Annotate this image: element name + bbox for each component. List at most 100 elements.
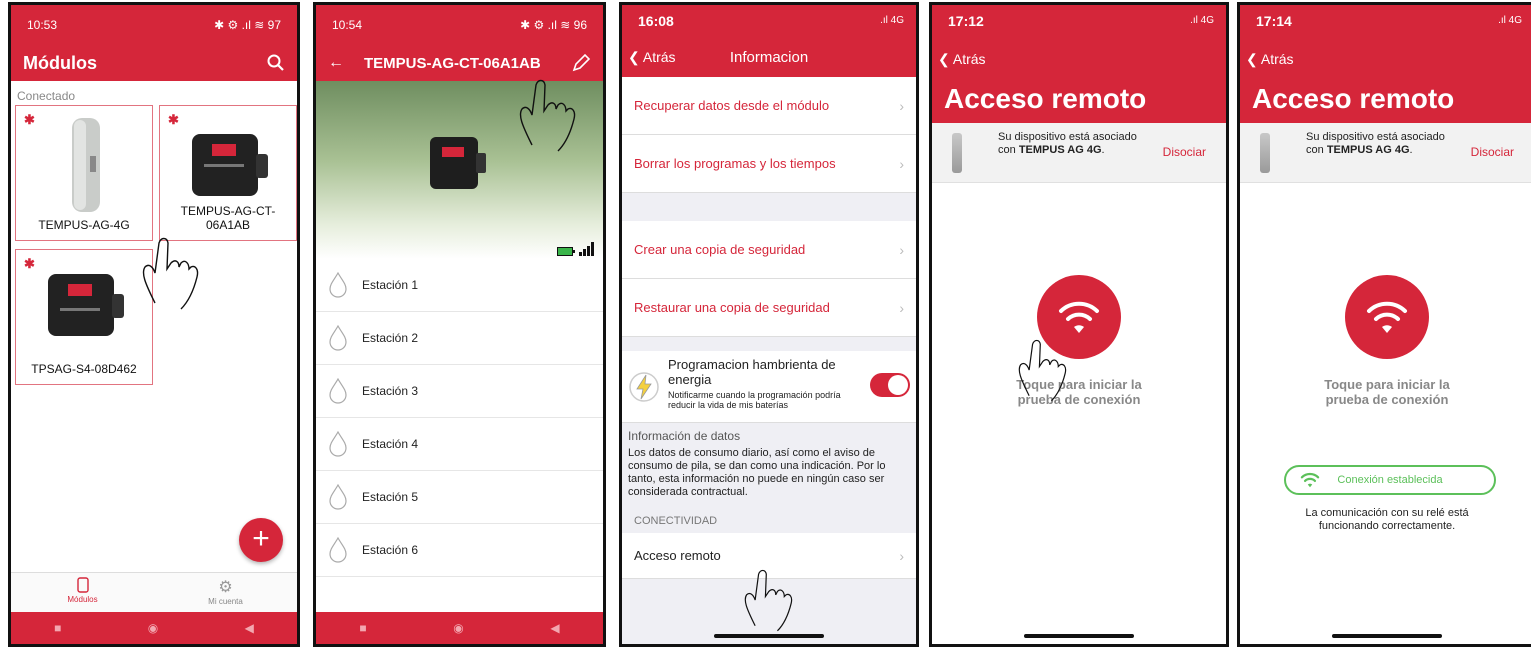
menu-row-erase-programs[interactable]: Borrar los programas y los tiempos › <box>622 135 916 193</box>
status-bar: 10:54 ✱ ⚙ .ıl ≋ 96 <box>316 5 603 45</box>
page-title: Módulos <box>23 52 97 73</box>
phone-information-screen: 16:08 .ıl 4G ❮ Atrás Informacion Recuper… <box>619 2 919 647</box>
nav-modules[interactable]: Módulos <box>11 573 154 612</box>
station-name: Estación 4 <box>362 437 419 451</box>
home-indicator <box>714 634 824 638</box>
chevron-right-icon: › <box>899 97 904 114</box>
navigation-header: 17:12 .ıl 4G ❮ Atrás Acceso remoto <box>932 5 1226 123</box>
back-button[interactable]: ❮ Atrás <box>938 51 986 68</box>
nav-modules-label: Módulos <box>67 595 98 604</box>
page-title: TEMPUS-AG-CT-06A1AB <box>364 54 541 72</box>
menu-row-create-backup[interactable]: Crear una copia de seguridad › <box>622 221 916 279</box>
water-drop-icon <box>329 431 347 457</box>
energy-hungry-setting: Programacion hambrienta de energia Notif… <box>622 351 916 423</box>
chevron-left-icon: ❮ <box>938 51 953 67</box>
bluetooth-icon: ✱ <box>168 112 179 127</box>
module-tile[interactable]: ✱ TEMPUS-AG-CT-06A1AB <box>159 105 297 241</box>
status-signal: .ıl 4G <box>1498 15 1522 26</box>
association-text: Su dispositivo está asociado con TEMPUS … <box>998 131 1137 156</box>
add-module-button[interactable]: + <box>239 518 283 562</box>
hand-pointer-icon <box>519 79 576 152</box>
status-icons: ✱ ⚙ .ıl ≋ 96 <box>520 18 587 32</box>
search-icon[interactable] <box>267 54 285 72</box>
edit-pencil-icon[interactable] <box>571 53 591 73</box>
setting-title: Programacion hambrienta de energia <box>668 357 836 387</box>
home-indicator <box>1024 634 1134 638</box>
app-bar: ← TEMPUS-AG-CT-06A1AB <box>316 45 603 81</box>
home-icon[interactable]: ◉ <box>148 621 158 635</box>
status-time: 17:14 <box>1256 13 1292 29</box>
device-name: TEMPUS AG 4G <box>1018 144 1102 156</box>
device-image <box>48 274 124 336</box>
chevron-right-icon: › <box>899 241 904 258</box>
station-row[interactable]: Estación 4 <box>316 418 603 471</box>
station-row[interactable]: Estación 2 <box>316 312 603 365</box>
dissociate-button[interactable]: Disociar <box>1163 145 1206 159</box>
page-title: Informacion <box>729 49 809 66</box>
menu-row-remote-access[interactable]: Acceso remoto › <box>622 533 916 579</box>
wifi-icon <box>1059 301 1099 333</box>
dissociate-button[interactable]: Disociar <box>1471 145 1514 159</box>
back-button[interactable]: ❮ Atrás <box>1246 51 1294 68</box>
recents-icon[interactable]: ■ <box>359 621 366 635</box>
connection-status-badge: Conexión establecida <box>1284 465 1496 495</box>
tap-instruction: Toque para iniciar la prueba de conexión <box>1016 377 1142 407</box>
device-thumbnail <box>1260 133 1270 173</box>
module-name: TPSAG-S4-08D462 <box>31 362 137 376</box>
back-label: Atrás <box>1260 51 1294 67</box>
connection-test-button[interactable] <box>1345 275 1429 359</box>
nav-account[interactable]: ⚙ Mi cuenta <box>154 573 297 612</box>
station-name: Estación 5 <box>362 490 419 504</box>
device-image <box>72 118 100 212</box>
navigation-header: 16:08 .ıl 4G ❮ Atrás Informacion <box>622 5 916 77</box>
status-time: 17:12 <box>948 13 984 29</box>
station-list: Estación 1 Estación 2 Estación 3 Estació… <box>316 259 603 577</box>
station-row[interactable]: Estación 3 <box>316 365 603 418</box>
bottom-navigation: Módulos ⚙ Mi cuenta <box>11 572 297 612</box>
phone-modules-screen: 10:53 ✱ ⚙ .ıl ≋ 97 Módulos Conectado ✱ T… <box>8 2 300 647</box>
water-drop-icon <box>329 325 347 351</box>
app-bar: Módulos <box>11 45 297 81</box>
row-label: Restaurar una copia de seguridad <box>634 300 830 315</box>
menu-row-retrieve-data[interactable]: Recuperar datos desde el módulo › <box>622 77 916 135</box>
chevron-right-icon: › <box>899 155 904 172</box>
status-time: 10:53 <box>27 18 58 32</box>
station-row[interactable]: Estación 1 <box>316 259 603 312</box>
setting-description: Notificarme cuando la programación podrí… <box>668 390 841 410</box>
energy-toggle-switch[interactable] <box>870 373 910 397</box>
section-gap <box>622 337 916 351</box>
chevron-right-icon: › <box>899 299 904 316</box>
station-row[interactable]: Estación 6 <box>316 524 603 577</box>
water-drop-icon <box>329 484 347 510</box>
page-title: Acceso remoto <box>944 83 1147 114</box>
data-info-heading: Información de datos <box>628 429 741 443</box>
wifi-icon <box>1300 472 1320 488</box>
status-icons: ✱ ⚙ .ıl ≋ 97 <box>214 18 281 32</box>
device-image <box>192 134 268 196</box>
home-icon[interactable]: ◉ <box>453 621 463 635</box>
section-header-connectivity: CONECTIVIDAD <box>634 515 718 527</box>
connection-status-text: Conexión establecida <box>1337 474 1443 486</box>
recents-icon[interactable]: ■ <box>54 621 61 635</box>
back-icon[interactable]: ◀ <box>245 621 254 635</box>
battery-icon <box>557 247 575 256</box>
nav-account-label: Mi cuenta <box>208 597 243 606</box>
connection-test-button[interactable] <box>1037 275 1121 359</box>
phone-remote-access-screen: 17:12 .ıl 4G ❮ Atrás Acceso remoto Su di… <box>929 2 1229 647</box>
back-arrow-icon[interactable]: ← <box>328 54 344 72</box>
module-tile[interactable]: ✱ TPSAG-S4-08D462 <box>15 249 153 385</box>
menu-row-restore-backup[interactable]: Restaurar una copia de seguridad › <box>622 279 916 337</box>
status-signal: .ıl 4G <box>880 15 904 26</box>
home-indicator <box>1332 634 1442 638</box>
signal-icon <box>579 242 594 256</box>
row-label: Recuperar datos desde el módulo <box>634 98 830 113</box>
status-bar: 10:53 ✱ ⚙ .ıl ≋ 97 <box>11 5 297 45</box>
module-tile[interactable]: ✱ TEMPUS-AG-4G <box>15 105 153 241</box>
android-navigation-bar: ■ ◉ ◀ <box>316 612 603 644</box>
module-photo <box>316 79 603 259</box>
association-text: Su dispositivo está asociado con TEMPUS … <box>1306 131 1445 156</box>
water-drop-icon <box>329 272 347 298</box>
wifi-icon <box>1367 301 1407 333</box>
back-icon[interactable]: ◀ <box>550 621 559 635</box>
station-row[interactable]: Estación 5 <box>316 471 603 524</box>
